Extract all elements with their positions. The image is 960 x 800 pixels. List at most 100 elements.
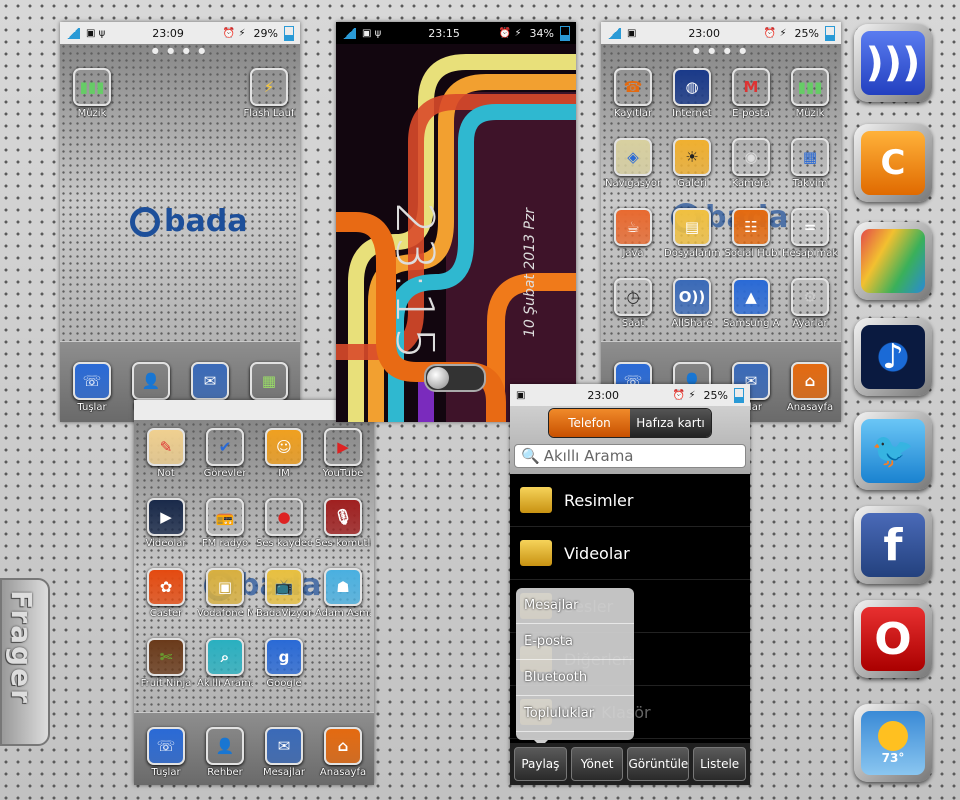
screen-home: ▣ ψ 23:09 ⏰ ⚡ 29% ● ● ● ● bada ▮▮▮ Müzik ⚡… [60, 22, 300, 422]
s4-app-7[interactable]: 🎙 Ses komutları [315, 498, 371, 549]
s4-app-6[interactable]: ● Ses kaydedici [256, 498, 312, 549]
phone-icon: ☏ [73, 362, 111, 400]
s4-app-5[interactable]: 📻 FM radyo [197, 498, 253, 549]
s3-app-1[interactable]: ◍ İnternet [664, 68, 720, 119]
files-icon: ▤ [673, 208, 711, 246]
folder-row[interactable]: Resimler [510, 474, 750, 527]
s3-app-8[interactable]: ☕ Java [605, 208, 661, 259]
screen-file-manager: ▣ 23:00 ⏰ ⚡ 25% Telefon Hafıza kartı 🔍 A… [510, 384, 750, 785]
s1-dock-app-0[interactable]: ☏ Tuşlar [64, 362, 120, 413]
s3-app-0[interactable]: ☎ Kayıtlar [605, 68, 661, 119]
s3-app-7[interactable]: ▦ Takvim [782, 138, 838, 189]
media-app-tile[interactable]: ♪ [854, 318, 932, 396]
tab-hafiza-karti[interactable]: Hafıza kartı [630, 409, 711, 437]
s4-app-9[interactable]: ▣ Vodafone Me... [197, 568, 253, 619]
rss-app-tile[interactable]: ))) [854, 24, 932, 102]
app-label: Görevler [203, 468, 247, 479]
network-icon: ▣ ψ [362, 27, 382, 39]
status-time: 23:15 [428, 26, 460, 40]
s3-app-14[interactable]: ▲ Samsung Apps [723, 278, 779, 329]
s3-app-2[interactable]: M E-posta [723, 68, 779, 119]
music-equalizer-icon: ▮▮▮ [791, 68, 829, 106]
s1-app-1[interactable]: ⚡ Flash Lauf [241, 68, 297, 119]
s3-app-15[interactable]: ⚙ Ayarlar [782, 278, 838, 329]
tab-telefon[interactable]: Telefon [549, 409, 630, 437]
s3-app-13[interactable]: O)) AllShare [664, 278, 720, 329]
s1-app-0[interactable]: ▮▮▮ Müzik [64, 68, 120, 119]
unlock-knob[interactable] [427, 367, 449, 389]
book-app-tile[interactable] [854, 222, 932, 300]
c-app-tile[interactable]: C [854, 124, 932, 202]
java-icon: ☕ [614, 208, 652, 246]
globe-icon: ◍ [673, 68, 711, 106]
s4-app-2[interactable]: ☺ IM [256, 428, 312, 479]
app-label: AllShare [671, 318, 713, 329]
s3-app-11[interactable]: = Hesap makin... [782, 208, 838, 259]
s4-dock-app-0[interactable]: ☏ Tuşlar [138, 727, 194, 778]
share-menu-item[interactable]: Topluluklar [516, 696, 634, 732]
s4-app-3[interactable]: ▶ YouTube [315, 428, 371, 479]
s3-app-5[interactable]: ☀ Galeri [664, 138, 720, 189]
s4-app-11[interactable]: ☗ Adam Asmaca [315, 568, 371, 619]
unlock-slider[interactable] [424, 364, 486, 392]
app-label: Rehber [207, 767, 243, 778]
s4-app-8[interactable]: ✿ Caster [138, 568, 194, 619]
home-icon: ⌂ [791, 362, 829, 400]
search-icon: ⌕ [206, 638, 244, 676]
app-label: Tuşlar [151, 767, 181, 778]
map-icon: ◈ [614, 138, 652, 176]
app-label: Saat [621, 318, 645, 329]
facebook-app-tile[interactable]: f [854, 506, 932, 584]
calendar-icon: ▦ [791, 138, 829, 176]
app-label: Videolar [145, 538, 187, 549]
s3-app-3[interactable]: ▮▮▮ Müzik [782, 68, 838, 119]
s4-app-13[interactable]: ⌕ Akıllı Arama [197, 638, 253, 689]
s4-dock-app-2[interactable]: ✉ Mesajlar [256, 727, 312, 778]
bottom-button[interactable]: Listele [693, 747, 747, 781]
s3-dock-app-3[interactable]: ⌂ Anasayfa [782, 362, 838, 413]
s3-app-4[interactable]: ◈ Navigasyon [605, 138, 661, 189]
bottom-button-bar: Paylaş Yönet Görüntüle Listele [510, 743, 750, 785]
s4-app-12[interactable]: ✄ Fruit Ninja [138, 638, 194, 689]
s4-app-0[interactable]: ✎ Not [138, 428, 194, 479]
twitter-icon: 🐦 [861, 419, 925, 483]
s3-app-12[interactable]: ◷ Saat [605, 278, 661, 329]
share-menu-item[interactable]: Bluetooth [516, 660, 634, 696]
s4-app-4[interactable]: ▶ Videolar [138, 498, 194, 549]
mail-icon: ✉ [265, 727, 303, 765]
app-label: Google [266, 678, 302, 689]
app-label: E-posta [732, 108, 770, 119]
app-label: Java [622, 248, 644, 259]
s4-app-1[interactable]: ✔ Görevler [197, 428, 253, 479]
folder-row[interactable]: Videolar [510, 527, 750, 580]
bottom-button[interactable]: Yönet [570, 747, 624, 781]
fruit-ninja-icon: ✄ [147, 638, 185, 676]
network-icon: ▣ [627, 27, 637, 39]
s4-app-14[interactable]: g Google [256, 638, 312, 689]
c-app-icon: C [861, 131, 925, 195]
s3-app-9[interactable]: ▤ Dosyalarım [664, 208, 720, 259]
battery-icon [734, 387, 744, 403]
bottom-button[interactable]: Görüntüle [627, 747, 690, 781]
app-label: Adam Asmaca [315, 608, 371, 619]
s4-app-10[interactable]: 📺 BadaVizyon [256, 568, 312, 619]
rss-icon: ))) [861, 31, 925, 95]
microphone-icon: 🎙 [324, 498, 362, 536]
dock: ☏ Tuşlar 👤 Rehber ✉ Mesajlar ⌂ Anasayfa [134, 712, 374, 785]
s3-app-6[interactable]: ◉ Kamera [723, 138, 779, 189]
share-menu-item[interactable]: Mesajlar [516, 588, 634, 624]
weather-app-tile[interactable]: 73° [854, 704, 932, 782]
share-menu-item[interactable]: E-posta [516, 624, 634, 660]
s3-app-10[interactable]: ☷ Social Hub [723, 208, 779, 259]
opera-app-tile[interactable]: O [854, 600, 932, 678]
app-label: Navigasyon [605, 178, 661, 189]
s4-dock-app-1[interactable]: 👤 Rehber [197, 727, 253, 778]
twitter-app-tile[interactable]: 🐦 [854, 412, 932, 490]
bottom-button[interactable]: Paylaş [514, 747, 567, 781]
weather-icon: 73° [861, 711, 925, 775]
search-input[interactable]: 🔍 Akıllı Arama [514, 444, 746, 468]
camera-icon: ◉ [732, 138, 770, 176]
app-label: Fruit Ninja [140, 678, 192, 689]
s4-dock-app-3[interactable]: ⌂ Anasayfa [315, 727, 371, 778]
youtube-icon: ▶ [324, 428, 362, 466]
